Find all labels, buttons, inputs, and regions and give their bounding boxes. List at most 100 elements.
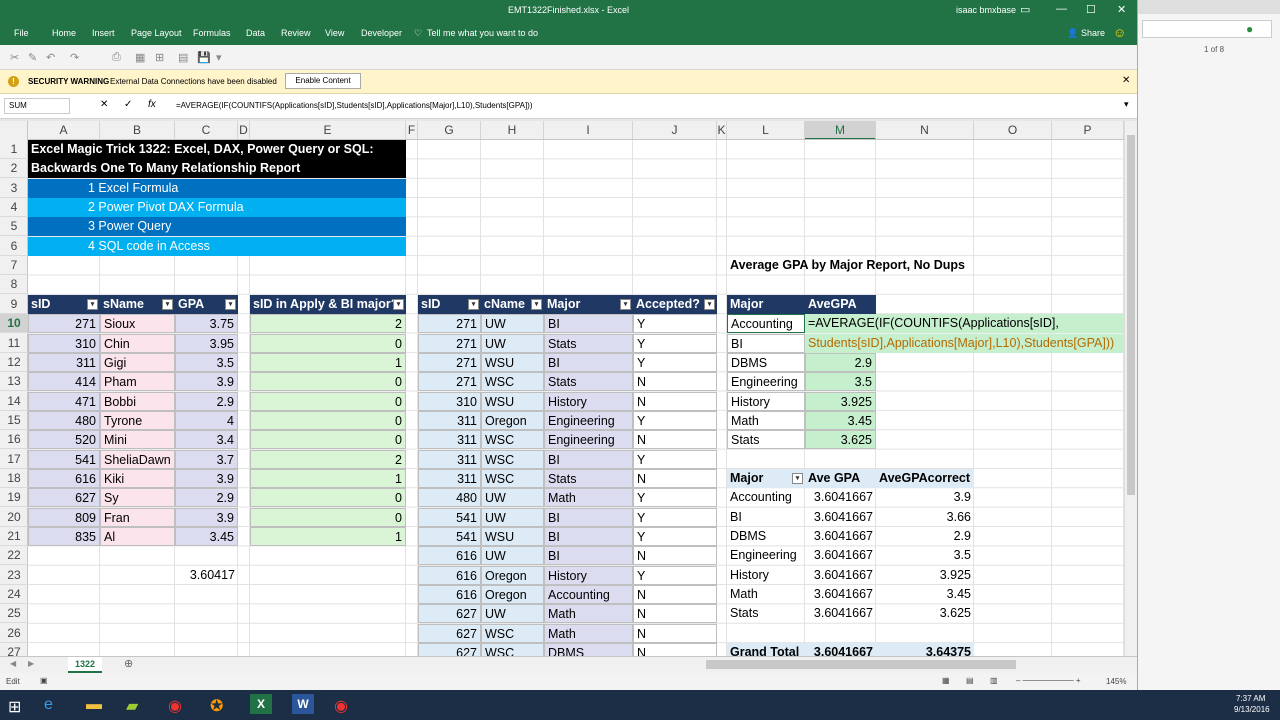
filter-dropdown-icon[interactable]: ▾ — [393, 298, 404, 310]
application-cname[interactable]: WSC — [481, 372, 544, 392]
application-sid[interactable]: 311 — [418, 468, 481, 488]
enable-content-button[interactable]: Enable Content — [285, 73, 361, 89]
application-major[interactable]: Math — [544, 488, 633, 508]
application-major[interactable]: BI — [544, 352, 633, 372]
smiley-icon[interactable]: ☺ — [1113, 25, 1126, 40]
apply-header[interactable]: sID in Apply & BI major? ▾ — [250, 294, 406, 314]
application-cname[interactable]: WSU — [481, 527, 544, 546]
row-header[interactable]: 5 — [0, 217, 28, 237]
row-header[interactable]: 2 — [0, 159, 28, 179]
maximize-icon[interactable]: ☐ — [1086, 3, 1096, 16]
column-header[interactable]: P — [1052, 121, 1124, 139]
row-header[interactable]: 22 — [0, 546, 28, 566]
next-sheet-icon[interactable]: ▶ — [28, 659, 34, 668]
student-gpa[interactable]: 3.95 — [175, 333, 238, 353]
shield-icon[interactable]: ● — [1246, 22, 1253, 36]
gpa-average[interactable]: 3.60417 — [175, 566, 238, 585]
word-icon[interactable]: W — [292, 694, 314, 714]
application-accepted[interactable]: N — [633, 468, 717, 488]
pivot-major[interactable]: Engineering — [727, 546, 805, 565]
row-header[interactable]: 17 — [0, 450, 28, 469]
excel-icon[interactable]: X — [250, 694, 272, 714]
application-major[interactable]: BI — [544, 527, 633, 546]
column-header[interactable]: K — [717, 121, 727, 139]
student-name[interactable]: Mini — [100, 430, 175, 450]
pivot-avegpa[interactable]: 3.6041667 — [805, 546, 876, 565]
row-header[interactable]: 11 — [0, 334, 28, 353]
ribbon-display-icon[interactable]: ▭ — [1020, 3, 1030, 16]
filter-dropdown-icon[interactable]: ▾ — [162, 298, 173, 310]
row-header[interactable]: 24 — [0, 585, 28, 605]
cancel-icon[interactable]: ✕ — [100, 99, 108, 110]
pivot-avegpa-correct[interactable]: 3.625 — [876, 604, 974, 623]
row-header[interactable]: 13 — [0, 372, 28, 392]
column-header[interactable]: O — [974, 121, 1052, 139]
pivot-total-avegpa[interactable]: 3.6041667 — [805, 643, 876, 656]
column-header[interactable]: C — [175, 121, 238, 139]
pivot-avegpa-correct[interactable]: 3.45 — [876, 585, 974, 604]
column-header[interactable]: F — [406, 121, 418, 139]
column-header[interactable]: G — [418, 121, 481, 139]
print-icon[interactable]: ⎙ — [112, 51, 121, 64]
column-header[interactable]: E — [250, 121, 406, 139]
close-icon[interactable]: ✕ — [1117, 3, 1126, 16]
student-gpa[interactable]: 2.9 — [175, 488, 238, 508]
report-avegpa[interactable]: 3.625 — [805, 430, 876, 450]
windows-start-icon[interactable]: ⊞ — [8, 697, 21, 717]
tab-page-layout[interactable]: Page Layout — [131, 28, 182, 38]
tab-file[interactable]: File — [14, 28, 29, 38]
application-accepted[interactable]: Y — [633, 527, 717, 546]
application-sid[interactable]: 627 — [418, 604, 481, 624]
normal-view-icon[interactable]: ▦ — [942, 676, 950, 685]
pivot-avegpa-correct[interactable]: 2.9 — [876, 527, 974, 546]
applications-header[interactable]: Accepted? ▾ — [633, 294, 717, 314]
expand-formula-icon[interactable]: ▾ — [1124, 99, 1129, 110]
filter-dropdown-icon[interactable]: ▾ — [87, 298, 98, 310]
student-name[interactable]: Sy — [100, 488, 175, 508]
application-sid[interactable]: 616 — [418, 565, 481, 585]
tab-home[interactable]: Home — [52, 28, 76, 38]
student-gpa[interactable]: 3.4 — [175, 430, 238, 450]
student-sid[interactable]: 835 — [28, 527, 100, 546]
macro-record-icon[interactable]: ▣ — [40, 676, 48, 685]
filter-dropdown-icon[interactable]: ▾ — [704, 298, 715, 310]
minimize-icon[interactable]: — — [1056, 3, 1067, 15]
pivot-avegpa[interactable]: 3.6041667 — [805, 585, 876, 604]
report-avegpa[interactable]: 3.925 — [805, 391, 876, 411]
applications-header[interactable]: sID ▾ — [418, 294, 481, 314]
application-cname[interactable]: Oregon — [481, 410, 544, 430]
scroll-thumb[interactable] — [1127, 135, 1135, 495]
application-major[interactable]: Stats — [544, 372, 633, 392]
student-gpa[interactable]: 3.9 — [175, 372, 238, 392]
row-header[interactable]: 14 — [0, 392, 28, 411]
row-header[interactable]: 1 — [0, 140, 28, 159]
row-header[interactable]: 15 — [0, 411, 28, 430]
row-header[interactable]: 23 — [0, 566, 28, 585]
application-cname[interactable]: UW — [481, 488, 544, 508]
student-sid[interactable]: 627 — [28, 488, 100, 508]
apply-count[interactable]: 1 — [250, 527, 406, 546]
menu-item[interactable]: 4 SQL code in Access — [28, 236, 406, 256]
filter-icon[interactable]: ▤ — [178, 51, 188, 64]
student-sid[interactable]: 471 — [28, 391, 100, 411]
application-major[interactable]: BI — [544, 546, 633, 566]
application-major[interactable]: BI — [544, 507, 633, 527]
zoom-slider[interactable]: – ───────── + — [1016, 676, 1081, 685]
column-header[interactable]: N — [876, 121, 974, 139]
app2-icon[interactable]: ✪ — [210, 696, 223, 716]
student-sid[interactable]: 414 — [28, 372, 100, 392]
sheet-tab-1322[interactable]: 1322 — [68, 657, 102, 673]
application-major[interactable]: DBMS — [544, 643, 633, 656]
tab-developer[interactable]: Developer — [361, 28, 402, 38]
student-name[interactable]: Sioux — [100, 314, 175, 334]
row-header[interactable]: 20 — [0, 508, 28, 527]
report-avegpa[interactable]: 3.5 — [805, 372, 876, 392]
application-sid[interactable]: 311 — [418, 430, 481, 450]
zoom-level[interactable]: 145% — [1106, 677, 1126, 686]
column-header[interactable]: H — [481, 121, 544, 139]
filter-dropdown-icon[interactable]: ▾ — [531, 298, 542, 310]
apply-count[interactable]: 0 — [250, 333, 406, 353]
report-major[interactable]: Math — [727, 410, 805, 430]
pivot-avegpa[interactable]: 3.6041667 — [805, 527, 876, 546]
application-accepted[interactable]: N — [633, 585, 717, 605]
